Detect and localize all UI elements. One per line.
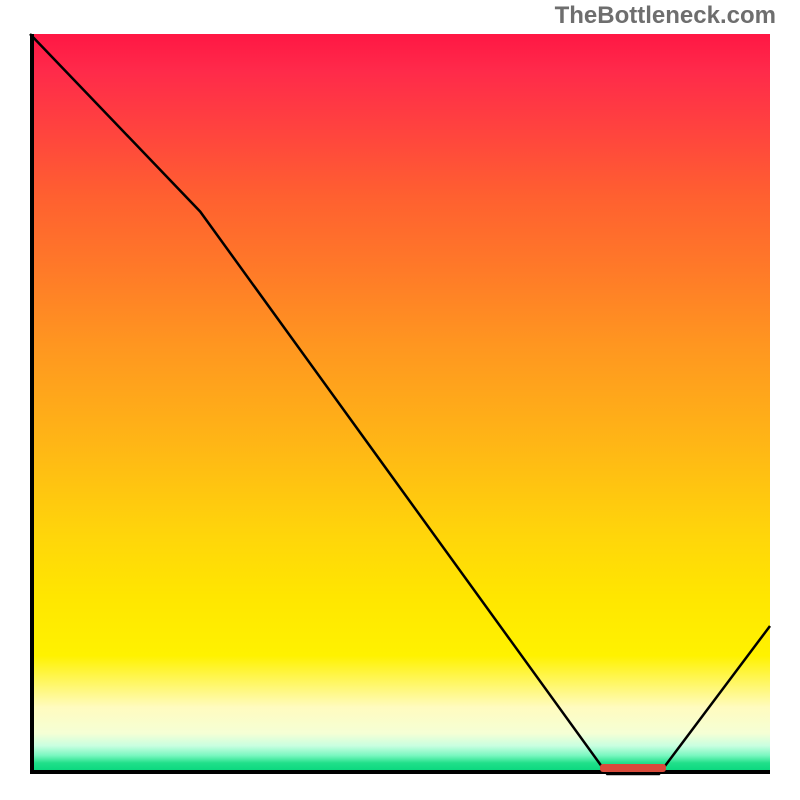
minimum-marker xyxy=(600,764,667,772)
chart-root: TheBottleneck.com xyxy=(0,0,800,800)
plot-area xyxy=(30,34,770,774)
attribution-text: TheBottleneck.com xyxy=(555,2,776,30)
series-curve xyxy=(30,34,770,774)
